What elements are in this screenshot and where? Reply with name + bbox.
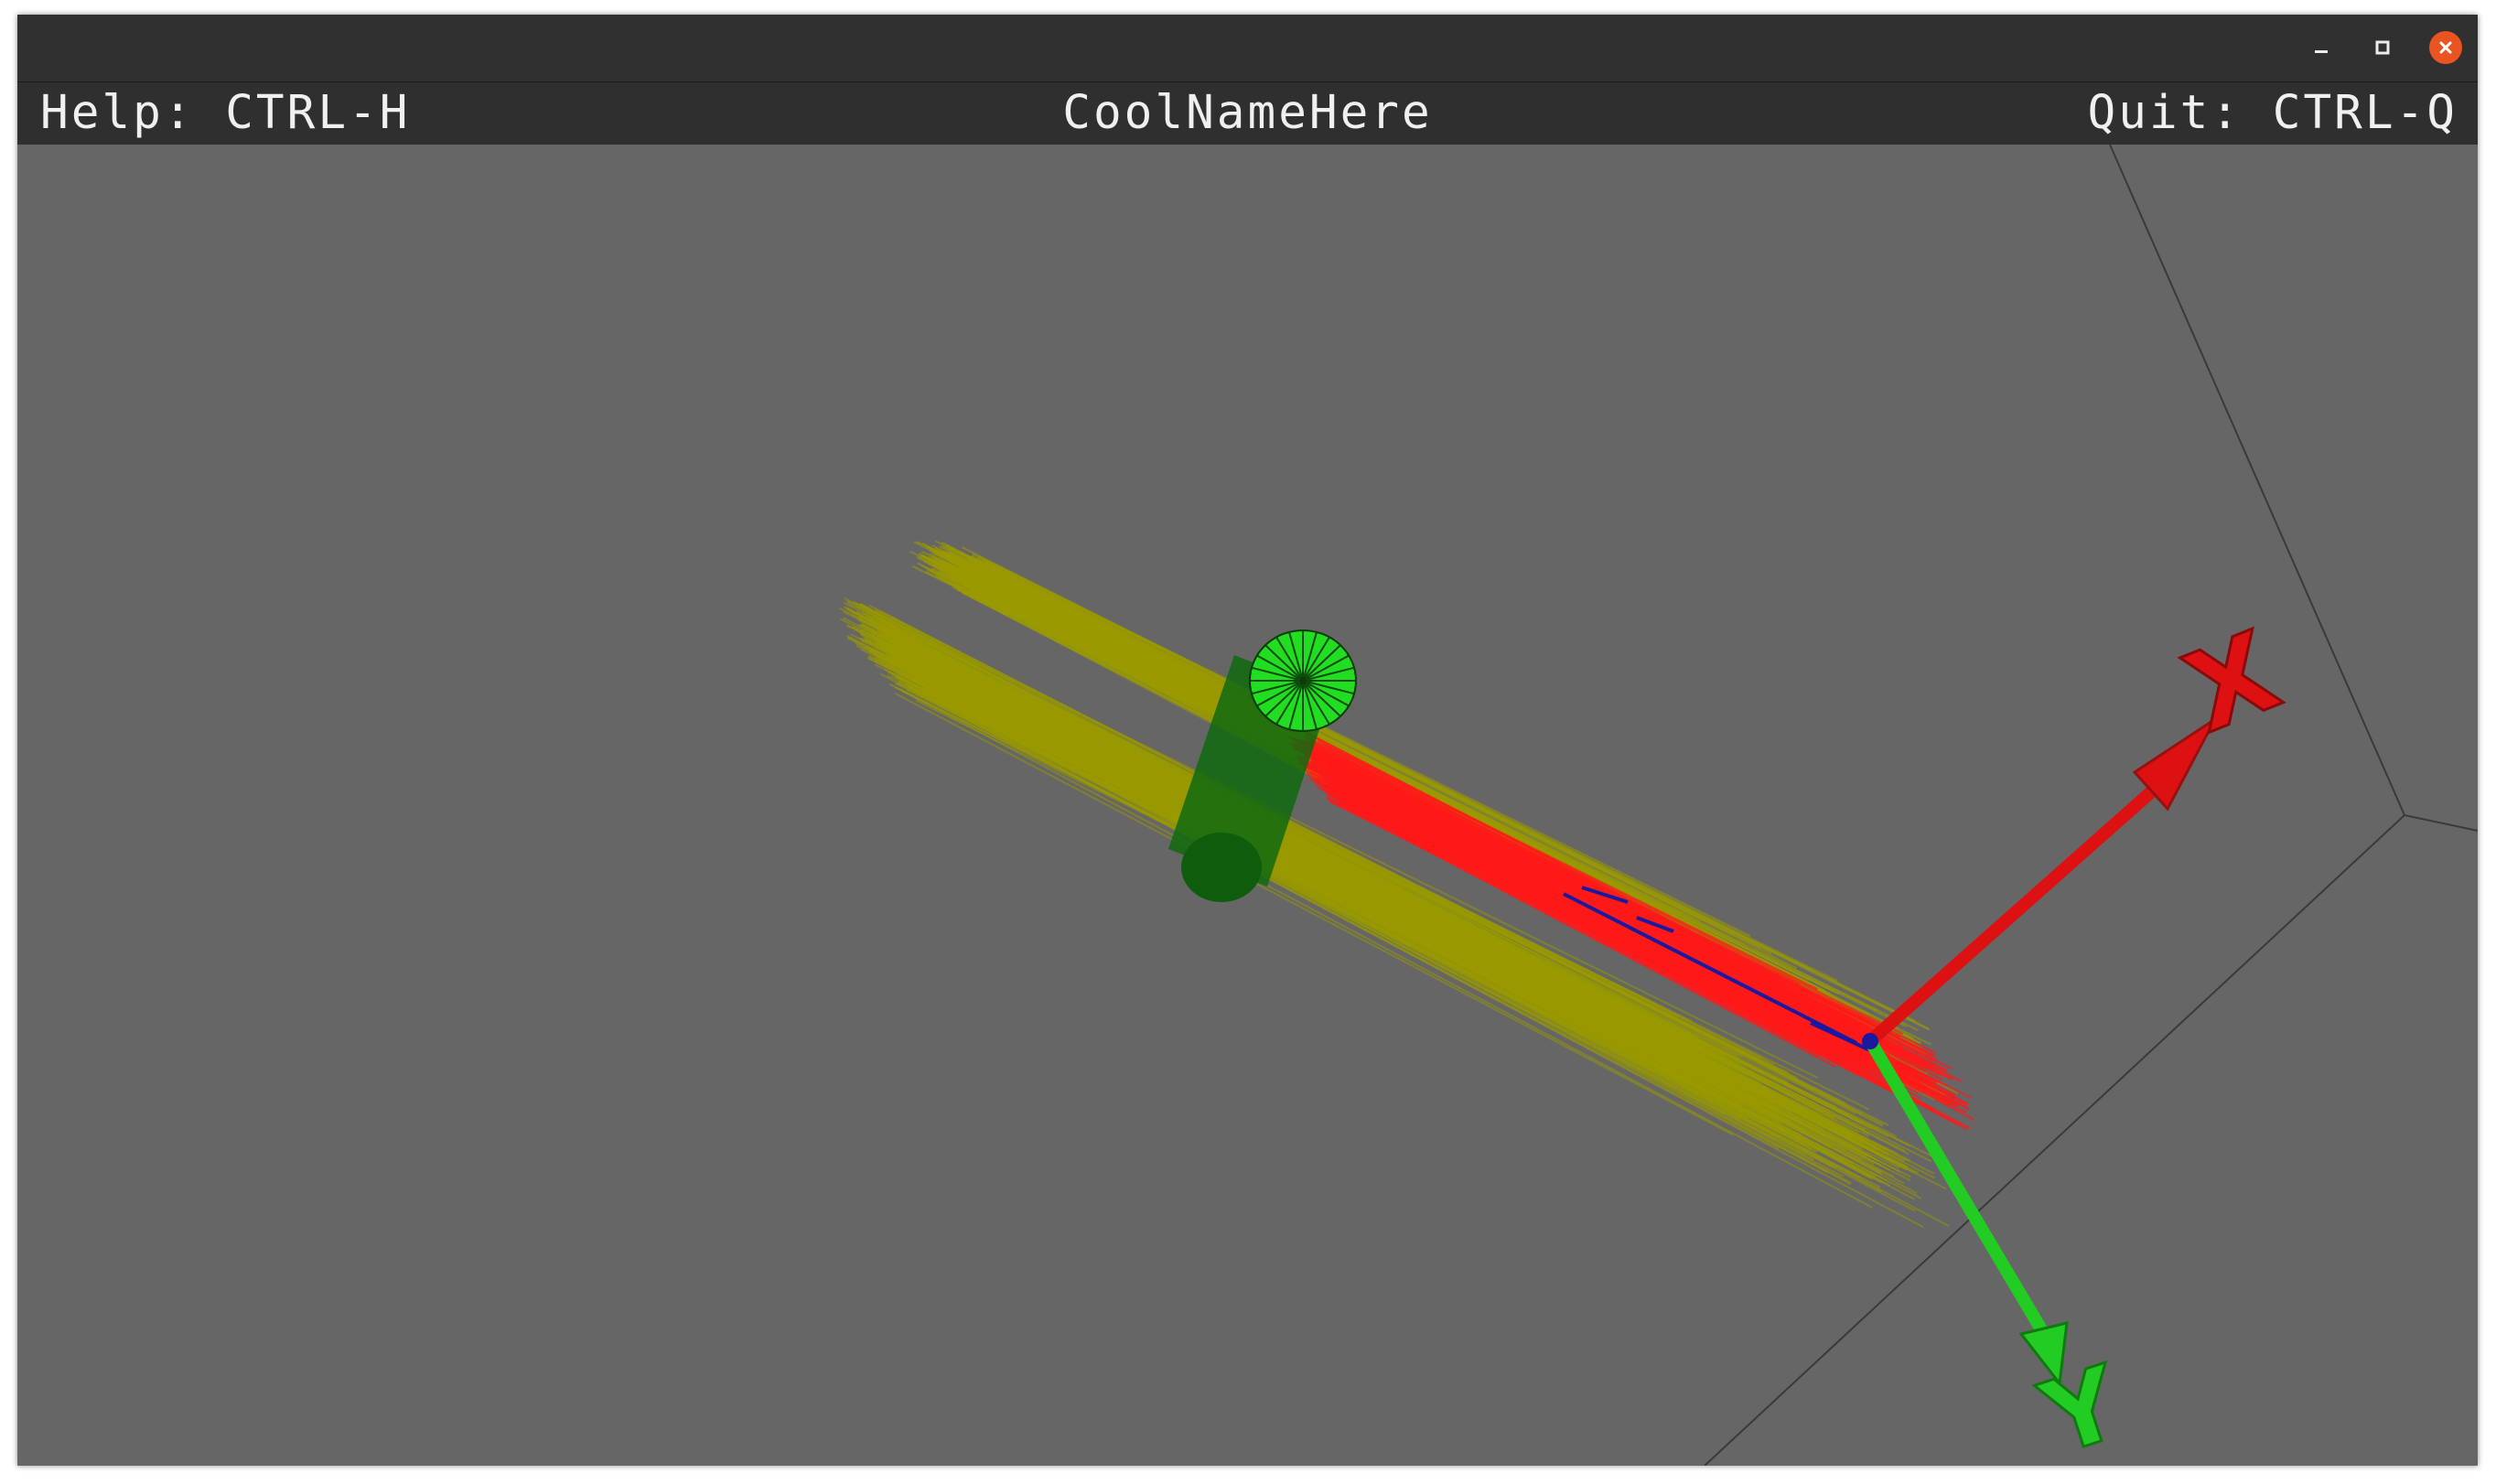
window-titlebar[interactable]: [17, 15, 2478, 82]
yellow-trajectory-bundle: [839, 540, 1959, 1229]
app-window: Help: CTRL-H CoolNameHere Quit: CTRL-Q X…: [17, 15, 2478, 1466]
quit-hint: Quit: CTRL-Q: [2087, 86, 2458, 140]
x-axis-arrow: [1866, 717, 2217, 1047]
y-axis-arrow: [1864, 1038, 2069, 1387]
maximize-button[interactable]: [2366, 31, 2399, 64]
ground-grid-lines: [1704, 145, 2478, 1466]
scene-canvas: X Y: [839, 145, 2478, 1466]
minimize-button[interactable]: [2305, 31, 2338, 64]
close-icon: [2439, 41, 2452, 54]
minimize-icon: [2315, 50, 2328, 53]
3d-viewport[interactable]: X Y: [17, 145, 2478, 1466]
y-axis-label: Y: [2026, 1342, 2136, 1466]
close-button[interactable]: [2429, 31, 2462, 64]
origin-marker: [1862, 1033, 1878, 1049]
svg-text:Y: Y: [2028, 1343, 2136, 1466]
overlay-bar: Help: CTRL-H CoolNameHere Quit: CTRL-Q: [17, 82, 2478, 145]
maximize-icon: [2375, 40, 2390, 55]
help-hint: Help: CTRL-H: [40, 86, 411, 140]
